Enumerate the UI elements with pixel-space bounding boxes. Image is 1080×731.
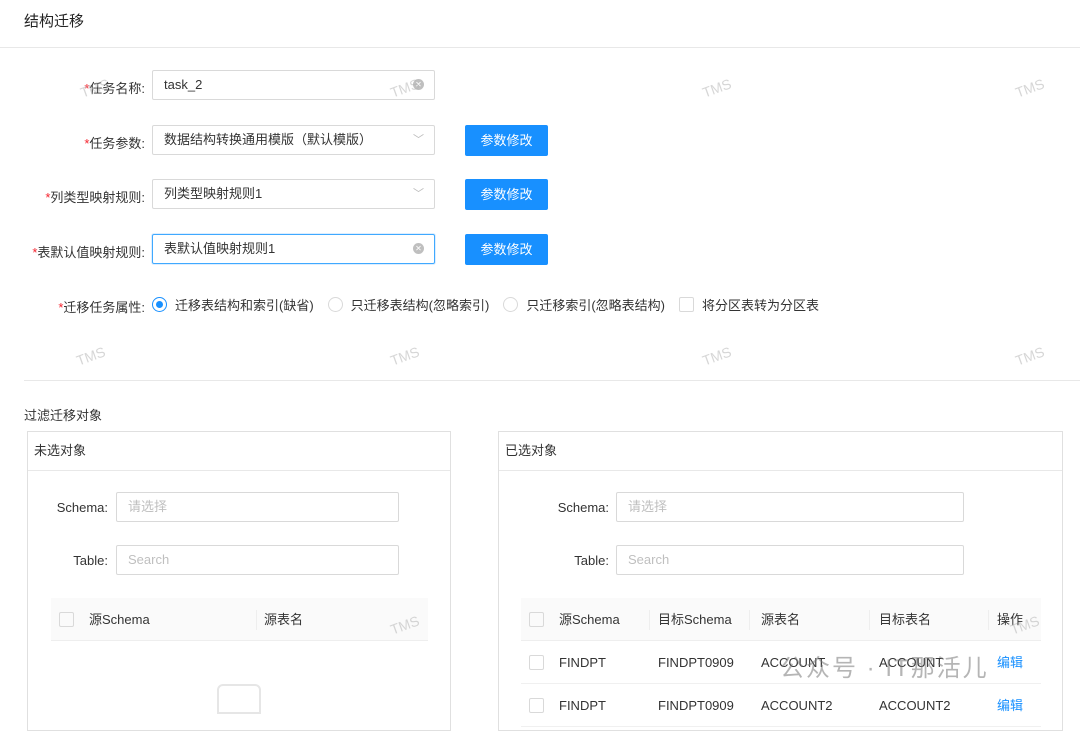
edit-link[interactable]: 编辑 xyxy=(997,641,1023,684)
page-title: 结构迁移 xyxy=(24,13,85,30)
cell: ACCOUNT2 xyxy=(761,698,833,713)
divider xyxy=(0,47,1080,48)
empty-inbox-icon xyxy=(217,684,261,714)
filter-title: 过滤迁移对象 xyxy=(24,408,103,423)
table-header: 源Schema 源表名 xyxy=(51,598,428,641)
row-checkbox[interactable] xyxy=(529,655,544,670)
task-name-label: *任务名称: xyxy=(84,81,145,96)
cell: FINDPT0909 xyxy=(658,698,734,713)
radio-structure-only[interactable]: 只迁移表结构(忽略索引) xyxy=(327,295,489,314)
column-header: 目标Schema xyxy=(658,612,732,627)
table-row: FINDPT FINDPT0909 ACCOUNT2 ACCOUNT2 编辑 xyxy=(521,684,1041,727)
table-header: 源Schema 目标Schema 源表名 目标表名 操作 xyxy=(521,598,1041,641)
task-params-select[interactable]: 数据结构转换通用模版（默认模版） ﹀ xyxy=(152,125,435,155)
schema-label: Schema: xyxy=(56,500,108,515)
partition-checkbox[interactable]: 将分区表转为分区表 xyxy=(679,295,819,314)
column-mapping-edit-button[interactable]: 参数修改 xyxy=(465,179,548,210)
watermark: TMS xyxy=(1013,343,1047,369)
column-header: 目标表名 xyxy=(879,612,932,627)
overlay-watermark: 公众号 · IT那活儿 xyxy=(780,655,989,682)
radio-index-only[interactable]: 只迁移索引(忽略表结构) xyxy=(503,295,665,314)
schema-select[interactable]: 请选择 xyxy=(116,492,399,522)
column-header: 源Schema xyxy=(559,612,620,627)
divider xyxy=(24,380,1080,381)
panel-title: 已选对象 xyxy=(499,432,1062,471)
panel-title: 未选对象 xyxy=(28,432,450,471)
chevron-down-icon: ﹀ xyxy=(413,134,424,146)
table-label: Table: xyxy=(73,553,108,568)
cell: FINDPT xyxy=(559,698,606,713)
attributes-radio-group: 迁移表结构和索引(缺省) 只迁移表结构(忽略索引) 只迁移索引(忽略表结构) 将… xyxy=(152,295,833,313)
cell: ACCOUNT2 xyxy=(879,698,951,713)
chevron-down-icon: ﹀ xyxy=(413,188,424,200)
watermark: TMS xyxy=(700,343,734,369)
cell: FINDPT xyxy=(559,655,606,670)
select-all-checkbox[interactable] xyxy=(59,612,74,627)
table-search-input[interactable]: Search xyxy=(616,545,964,575)
watermark: TMS xyxy=(74,343,108,369)
column-mapping-label: *列类型映射规则: xyxy=(45,190,145,205)
default-mapping-select[interactable]: 表默认值映射规则1 ✕ xyxy=(152,234,435,264)
task-params-label: *任务参数: xyxy=(84,136,145,151)
column-header: 源Schema xyxy=(89,612,150,627)
watermark: TMS xyxy=(700,75,734,101)
attributes-label: *迁移任务属性: xyxy=(58,300,145,315)
edit-link[interactable]: 编辑 xyxy=(997,684,1023,727)
task-params-edit-button[interactable]: 参数修改 xyxy=(465,125,548,156)
default-mapping-label: *表默认值映射规则: xyxy=(32,245,145,260)
select-all-checkbox[interactable] xyxy=(529,612,544,627)
unselected-panel: 未选对象 Schema: 请选择 Table: Search 源Schema 源… xyxy=(27,431,451,731)
table-search-input[interactable]: Search xyxy=(116,545,399,575)
schema-label: Schema: xyxy=(557,500,609,515)
column-header: 源表名 xyxy=(761,612,801,627)
clear-icon[interactable]: ✕ xyxy=(413,243,424,254)
table-label: Table: xyxy=(574,553,609,568)
radio-structure-and-index[interactable]: 迁移表结构和索引(缺省) xyxy=(152,295,314,314)
schema-select[interactable]: 请选择 xyxy=(616,492,964,522)
selected-panel: 已选对象 Schema: 请选择 Table: Search 源Schema 目… xyxy=(498,431,1063,731)
default-mapping-edit-button[interactable]: 参数修改 xyxy=(465,234,548,265)
column-header: 源表名 xyxy=(264,612,304,627)
row-checkbox[interactable] xyxy=(529,698,544,713)
column-mapping-select[interactable]: 列类型映射规则1 ﹀ xyxy=(152,179,435,209)
watermark: TMS xyxy=(1013,75,1047,101)
watermark: TMS xyxy=(388,343,422,369)
cell: FINDPT0909 xyxy=(658,655,734,670)
